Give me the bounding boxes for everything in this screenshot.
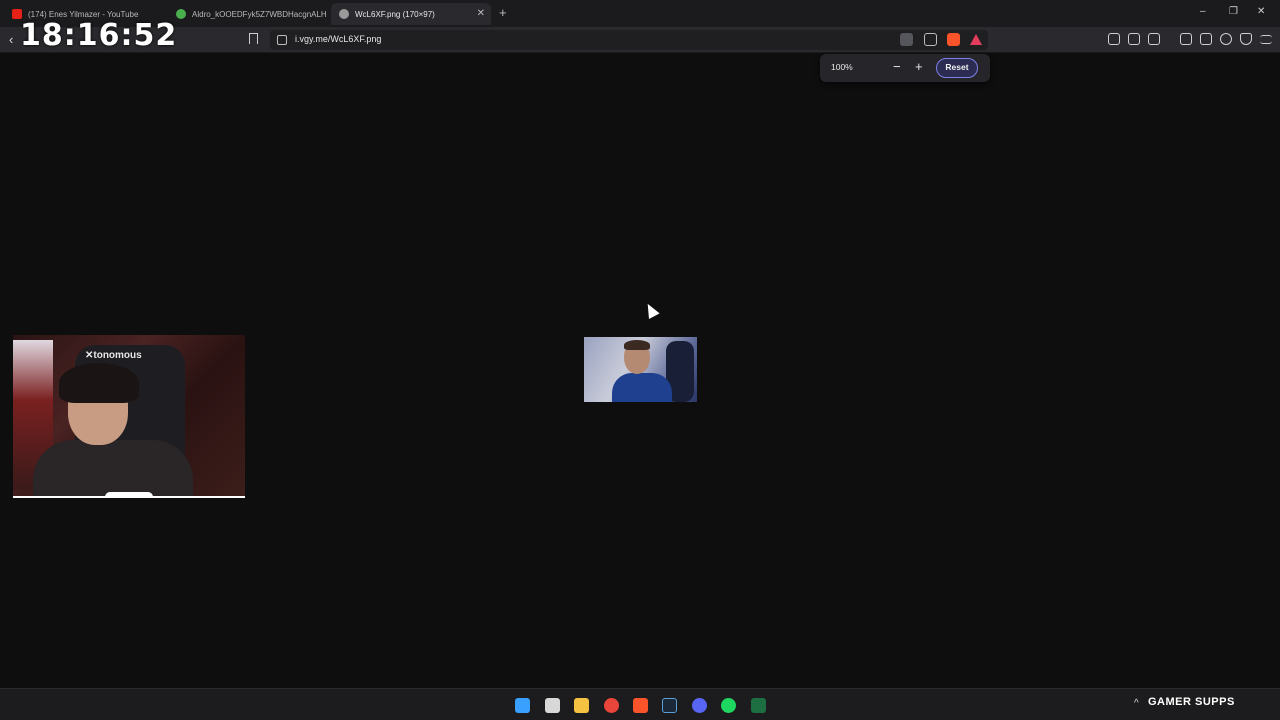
close-tab-icon[interactable]: ✕	[477, 8, 485, 19]
pinwheel-icon	[176, 9, 186, 19]
address-bar[interactable]: i.vgy.me/WcL6XF.png	[270, 30, 988, 50]
share-icon[interactable]	[924, 33, 937, 46]
menu-icon[interactable]	[1260, 35, 1272, 44]
zoom-icon[interactable]	[900, 33, 913, 46]
chrome-icon[interactable]	[604, 698, 619, 713]
brave-icon[interactable]	[633, 698, 648, 713]
tab-title: Aldro_kOOEDFyk5Z7WBDHacgnALH	[192, 9, 326, 19]
person-torso	[612, 373, 672, 402]
screenshot-icon[interactable]	[1148, 33, 1160, 45]
close-window-button[interactable]: ✕	[1257, 6, 1265, 17]
excel-icon[interactable]	[751, 698, 766, 713]
zoom-out-button[interactable]: −	[893, 59, 901, 74]
webcam-overlay: ✕tonomous	[13, 335, 245, 498]
brave-shields-icon[interactable]	[947, 33, 960, 46]
streamer-body	[33, 440, 193, 496]
webcam-frame-badge	[105, 492, 153, 496]
stream-clock-overlay: 18:16:52	[20, 18, 178, 53]
task-view-icon[interactable]	[545, 698, 560, 713]
sidebar-icon[interactable]	[1180, 33, 1192, 45]
leo-ai-icon[interactable]	[1220, 33, 1232, 45]
wallet-icon[interactable]	[1200, 33, 1212, 45]
zoom-in-button[interactable]: +	[915, 59, 923, 74]
discord-icon[interactable]	[692, 698, 707, 713]
tab-title: WcL6XF.png (170×97)	[355, 9, 435, 19]
new-tab-button[interactable]: +	[499, 5, 507, 20]
back-button[interactable]: ‹	[9, 32, 13, 47]
tab-aldro[interactable]: Aldro_kOOEDFyk5Z7WBDHacgnALH	[168, 3, 326, 25]
tray-chevron-icon[interactable]: ^	[1134, 698, 1139, 709]
person-hair	[624, 340, 650, 350]
url-text: i.vgy.me/WcL6XF.png	[295, 34, 382, 44]
minimize-button[interactable]: –	[1200, 6, 1206, 17]
zoom-popup: 100% − + Reset	[820, 54, 990, 82]
bookmark-icon[interactable]	[249, 33, 258, 44]
streamer-hair	[59, 363, 139, 403]
tab-strip: (174) Enes Yilmazer - YouTube Aldro_kOOE…	[0, 0, 1280, 27]
tab-wcl6xf[interactable]: WcL6XF.png (170×97) ✕	[331, 3, 491, 25]
extensions-icon[interactable]	[1128, 33, 1140, 45]
zoom-level: 100%	[831, 62, 853, 72]
vpn-shield-icon[interactable]	[1240, 33, 1252, 45]
restore-button[interactable]: ❐	[1229, 6, 1238, 17]
windows-taskbar: ^ GAMER SUPPS	[0, 688, 1280, 720]
site-info-icon[interactable]	[277, 35, 287, 45]
steam-icon[interactable]	[662, 698, 677, 713]
chair-logo: ✕tonomous	[85, 350, 142, 361]
brave-rewards-icon[interactable]	[970, 34, 982, 45]
browser-toolbar: ‹ i.vgy.me/WcL6XF.png	[0, 27, 1280, 53]
spotify-icon[interactable]	[721, 698, 736, 713]
globe-icon	[339, 9, 349, 19]
file-explorer-icon[interactable]	[574, 698, 589, 713]
brand-watermark: GAMER SUPPS	[1148, 696, 1235, 708]
displayed-image[interactable]	[584, 337, 697, 402]
windows-start-icon[interactable]	[515, 698, 530, 713]
zoom-reset-button[interactable]: Reset	[936, 58, 978, 78]
vpn-icon[interactable]	[1108, 33, 1120, 45]
